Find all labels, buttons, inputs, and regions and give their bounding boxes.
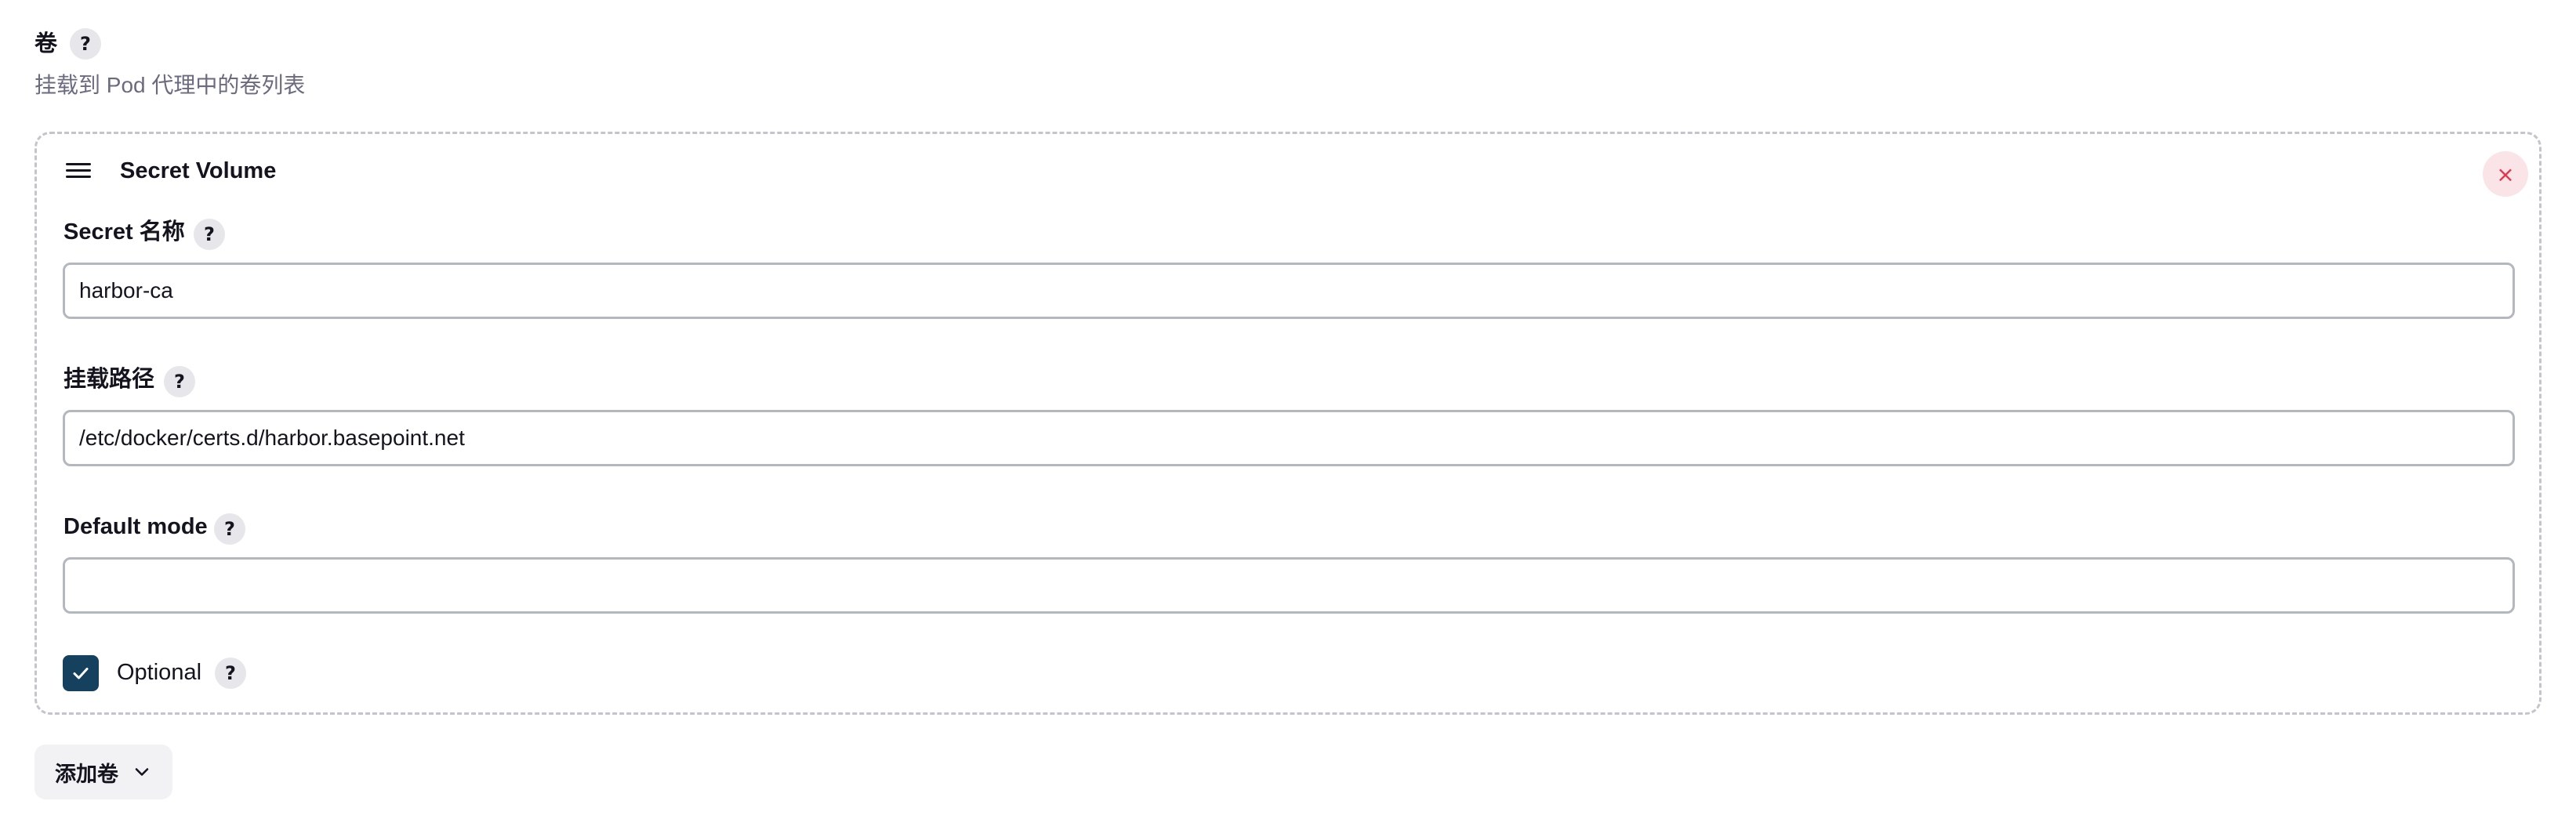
default-mode-label: Default mode (63, 514, 208, 539)
help-icon[interactable]: ? (164, 366, 195, 397)
help-icon[interactable]: ? (194, 219, 225, 250)
help-icon[interactable]: ? (70, 28, 101, 60)
chevron-down-icon (132, 763, 151, 781)
help-icon[interactable]: ? (214, 513, 245, 545)
section-description: 挂载到 Pod 代理中的卷列表 (34, 73, 306, 97)
close-icon[interactable]: × (2483, 151, 2528, 197)
mount-path-input[interactable] (63, 410, 2515, 466)
card-title: Secret Volume (120, 158, 277, 183)
section-title: 卷 (34, 31, 58, 56)
secret-name-input[interactable] (63, 263, 2515, 319)
secret-name-label: Secret 名称 (63, 219, 185, 245)
optional-checkbox[interactable] (63, 655, 99, 691)
drag-handle-icon[interactable] (66, 163, 91, 179)
add-volume-label: 添加卷 (55, 762, 118, 786)
mount-path-label: 挂载路径 (63, 367, 155, 392)
default-mode-input[interactable] (63, 557, 2515, 614)
check-icon (73, 668, 89, 679)
add-volume-button[interactable]: 添加卷 (34, 745, 172, 799)
secret-volume-card: Secret Volume × Secret 名称 ? 挂载路径 ? Defau… (34, 132, 2542, 715)
help-icon[interactable]: ? (215, 658, 246, 689)
optional-label[interactable]: Optional (117, 657, 201, 688)
